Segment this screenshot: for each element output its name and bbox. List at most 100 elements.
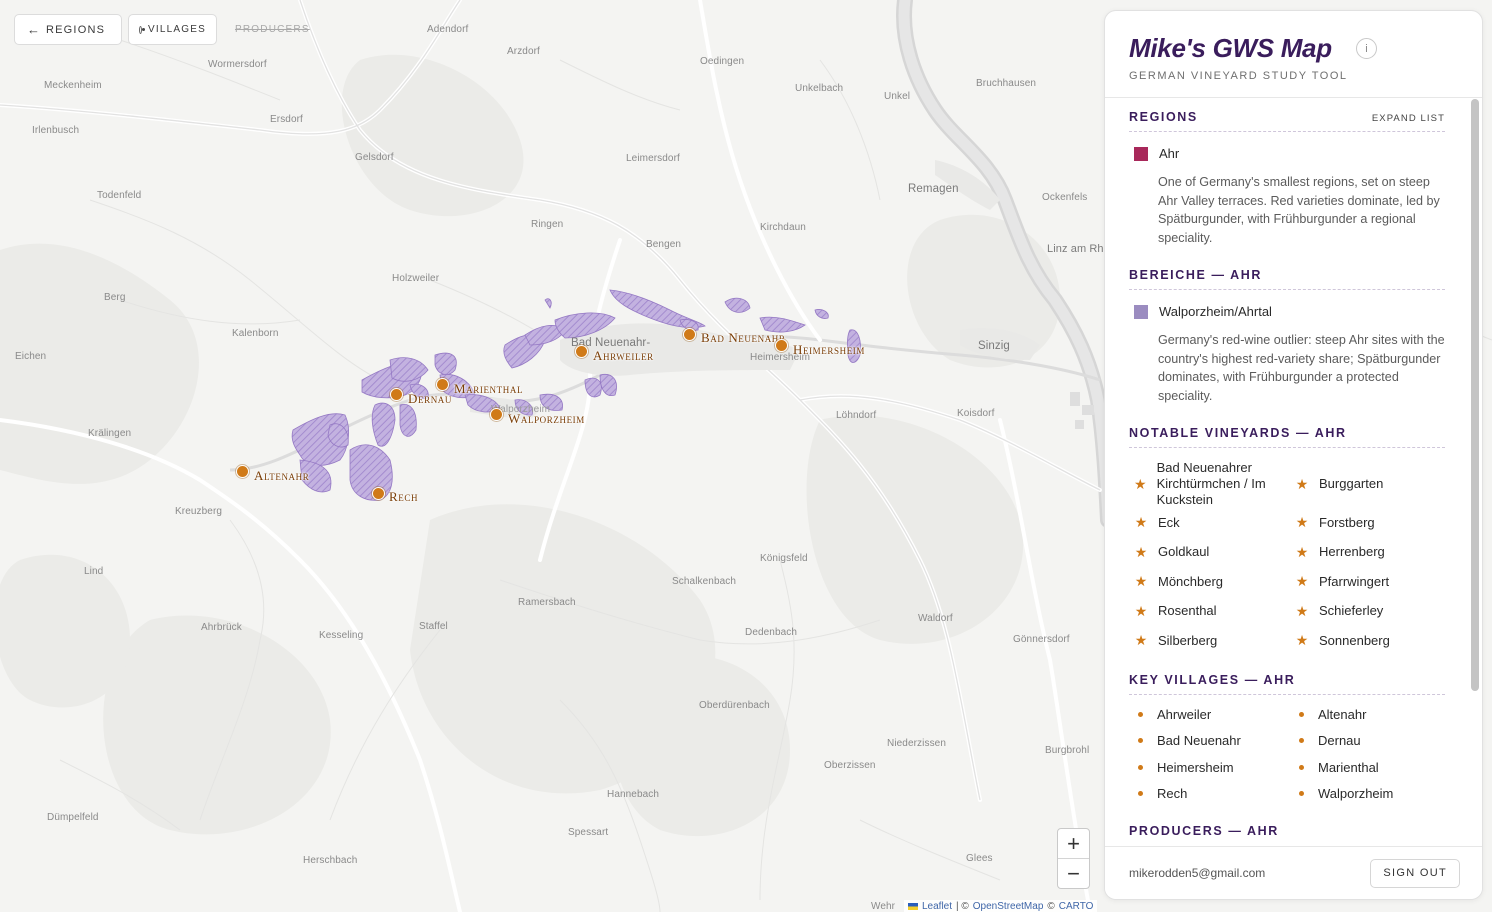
vineyard-name: Goldkaul bbox=[1158, 544, 1210, 560]
zoom-in-button[interactable]: + bbox=[1058, 829, 1089, 859]
village-label[interactable]: Bad Neuenahr bbox=[701, 330, 786, 346]
key-village-item[interactable]: Heimersheim bbox=[1134, 754, 1295, 780]
vineyard-name: Eck bbox=[1158, 514, 1180, 530]
village-marker[interactable] bbox=[390, 388, 403, 401]
village-marker[interactable] bbox=[436, 378, 449, 391]
bereich-description: Germany's red-wine outlier: steep Ahr si… bbox=[1158, 333, 1445, 403]
key-village-item[interactable]: Altenahr bbox=[1295, 702, 1445, 728]
bereich-item[interactable]: Walporzheim/Ahrtal bbox=[1129, 304, 1445, 319]
place-label: Berg bbox=[104, 292, 126, 303]
vineyard-name: Bad Neuenahrer Kirchtürmchen / Im Kuckst… bbox=[1156, 460, 1266, 507]
bullet-icon bbox=[1299, 712, 1304, 718]
radio-icon bbox=[139, 25, 145, 34]
vineyard-item[interactable]: ★ Mönchberg bbox=[1134, 567, 1295, 597]
star-icon: ★ bbox=[1134, 475, 1147, 492]
vineyard-polygon bbox=[554, 312, 616, 339]
vineyard-item[interactable]: ★ Rosenthal bbox=[1134, 597, 1295, 627]
vineyard-polygon bbox=[599, 373, 617, 397]
attribution-separator: © bbox=[1047, 900, 1055, 912]
star-icon: ★ bbox=[1295, 632, 1309, 649]
star-icon: ★ bbox=[1295, 514, 1309, 531]
village-marker[interactable] bbox=[372, 487, 385, 500]
key-village-item[interactable]: Walporzheim bbox=[1295, 780, 1445, 806]
bullet-icon bbox=[1138, 764, 1143, 770]
villages-toggle-label: Villages bbox=[148, 24, 206, 35]
village-label[interactable]: Rech bbox=[389, 489, 418, 505]
place-label: Kalenborn bbox=[232, 328, 279, 339]
village-marker[interactable] bbox=[236, 465, 249, 478]
place-label: Kirchdaun bbox=[760, 222, 806, 233]
vineyard-item[interactable]: ★ Burggarten bbox=[1295, 460, 1445, 508]
leaflet-link[interactable]: Leaflet bbox=[922, 901, 952, 912]
village-label[interactable]: Ahrweiler bbox=[593, 348, 654, 364]
panel-scrollbar[interactable] bbox=[1471, 99, 1479, 691]
zoom-out-button[interactable]: − bbox=[1058, 859, 1089, 888]
producers-toggle[interactable]: Producers bbox=[223, 14, 323, 45]
village-marker[interactable] bbox=[775, 339, 788, 352]
vineyard-polygon bbox=[389, 357, 429, 382]
place-label: Bengen bbox=[646, 239, 682, 250]
place-label: Krälingen bbox=[88, 428, 132, 439]
village-label[interactable]: Altenahr bbox=[254, 468, 309, 484]
region-item-ahr[interactable]: Ahr bbox=[1129, 146, 1445, 161]
info-icon[interactable]: i bbox=[1356, 38, 1377, 59]
key-village-item[interactable]: Bad Neuenahr bbox=[1134, 728, 1295, 754]
sign-out-button[interactable]: SIGN OUT bbox=[1370, 858, 1460, 888]
village-marker[interactable] bbox=[575, 345, 588, 358]
village-label[interactable]: Walporzheim bbox=[508, 411, 585, 427]
vineyard-item[interactable]: ★ Herrenberg bbox=[1295, 538, 1445, 568]
key-village-name: Bad Neuenahr bbox=[1157, 733, 1241, 749]
panel-body[interactable]: Regions EXPAND LIST Ahr One of Germany's… bbox=[1105, 98, 1469, 848]
panel-header: Mike's GWS Map i GERMAN VINEYARD STUDY T… bbox=[1105, 11, 1482, 98]
place-label: Todenfeld bbox=[97, 190, 142, 201]
place-label: Niederzissen bbox=[887, 738, 947, 749]
region-label: Ahr bbox=[1159, 146, 1180, 161]
vineyard-item[interactable]: ★ Bad Neuenahrer Kirchtürmchen / Im Kucks… bbox=[1134, 460, 1295, 508]
villages-toggle[interactable]: Villages bbox=[128, 14, 217, 45]
vineyard-item[interactable]: ★ Silberberg bbox=[1134, 626, 1295, 656]
key-villages-list: Ahrweiler Altenahr Bad Neuenahr Dernau H… bbox=[1129, 702, 1445, 807]
osm-link[interactable]: OpenStreetMap bbox=[973, 901, 1044, 912]
vineyards-heading: Notable Vineyards — Ahr bbox=[1129, 426, 1347, 440]
village-marker[interactable] bbox=[490, 408, 503, 421]
place-label: Meckenheim bbox=[44, 80, 102, 91]
key-village-item[interactable]: Rech bbox=[1134, 780, 1295, 806]
key-village-item[interactable]: Dernau bbox=[1295, 728, 1445, 754]
expand-list-button[interactable]: EXPAND LIST bbox=[1372, 113, 1445, 124]
place-label: Gönnersdorf bbox=[1013, 634, 1070, 645]
vineyard-list: ★ Bad Neuenahrer Kirchtürmchen / Im Kucks… bbox=[1129, 460, 1445, 656]
region-color-swatch bbox=[1134, 146, 1148, 161]
vineyard-item[interactable]: ★ Sonnenberg bbox=[1295, 626, 1445, 656]
bereich-color-swatch bbox=[1134, 304, 1148, 319]
carto-link[interactable]: CARTO bbox=[1059, 901, 1094, 912]
place-label: Königsfeld bbox=[760, 553, 808, 564]
place-label: Unkelbach bbox=[795, 83, 844, 94]
vineyard-item[interactable]: ★ Eck bbox=[1134, 508, 1295, 538]
vineyard-item[interactable]: ★ Pfarrwingert bbox=[1295, 567, 1445, 597]
place-label: Bruchhausen bbox=[976, 78, 1037, 89]
place-label: Remagen bbox=[908, 183, 959, 195]
star-icon: ★ bbox=[1295, 475, 1309, 492]
vineyard-name: Mönchberg bbox=[1158, 573, 1224, 589]
key-village-item[interactable]: Ahrweiler bbox=[1134, 702, 1295, 728]
village-label[interactable]: Heimersheim bbox=[793, 342, 865, 358]
place-label: Kesseling bbox=[319, 630, 364, 641]
app-subtitle: GERMAN VINEYARD STUDY TOOL bbox=[1129, 70, 1348, 82]
key-village-item[interactable]: Marienthal bbox=[1295, 754, 1445, 780]
vineyard-item[interactable]: ★ Schieferley bbox=[1295, 597, 1445, 627]
village-marker[interactable] bbox=[683, 328, 696, 341]
place-label: Waldorf bbox=[918, 613, 953, 624]
place-label: Kreuzberg bbox=[175, 506, 223, 517]
village-label[interactable]: Dernau bbox=[408, 391, 452, 407]
place-label: Holzweiler bbox=[392, 273, 440, 284]
bullet-icon bbox=[1138, 791, 1143, 797]
regions-back-button[interactable]: ← Regions bbox=[14, 14, 122, 45]
regions-section-header: Regions EXPAND LIST bbox=[1129, 110, 1445, 132]
place-label: Leimersdorf bbox=[626, 153, 680, 164]
vineyard-item[interactable]: ★ Forstberg bbox=[1295, 508, 1445, 538]
vineyard-item[interactable]: ★ Goldkaul bbox=[1134, 538, 1295, 568]
place-label: Arzdorf bbox=[507, 46, 540, 57]
village-label[interactable]: Marienthal bbox=[454, 381, 523, 397]
place-label: Koisdorf bbox=[957, 408, 995, 419]
vineyard-polygon bbox=[724, 297, 751, 313]
